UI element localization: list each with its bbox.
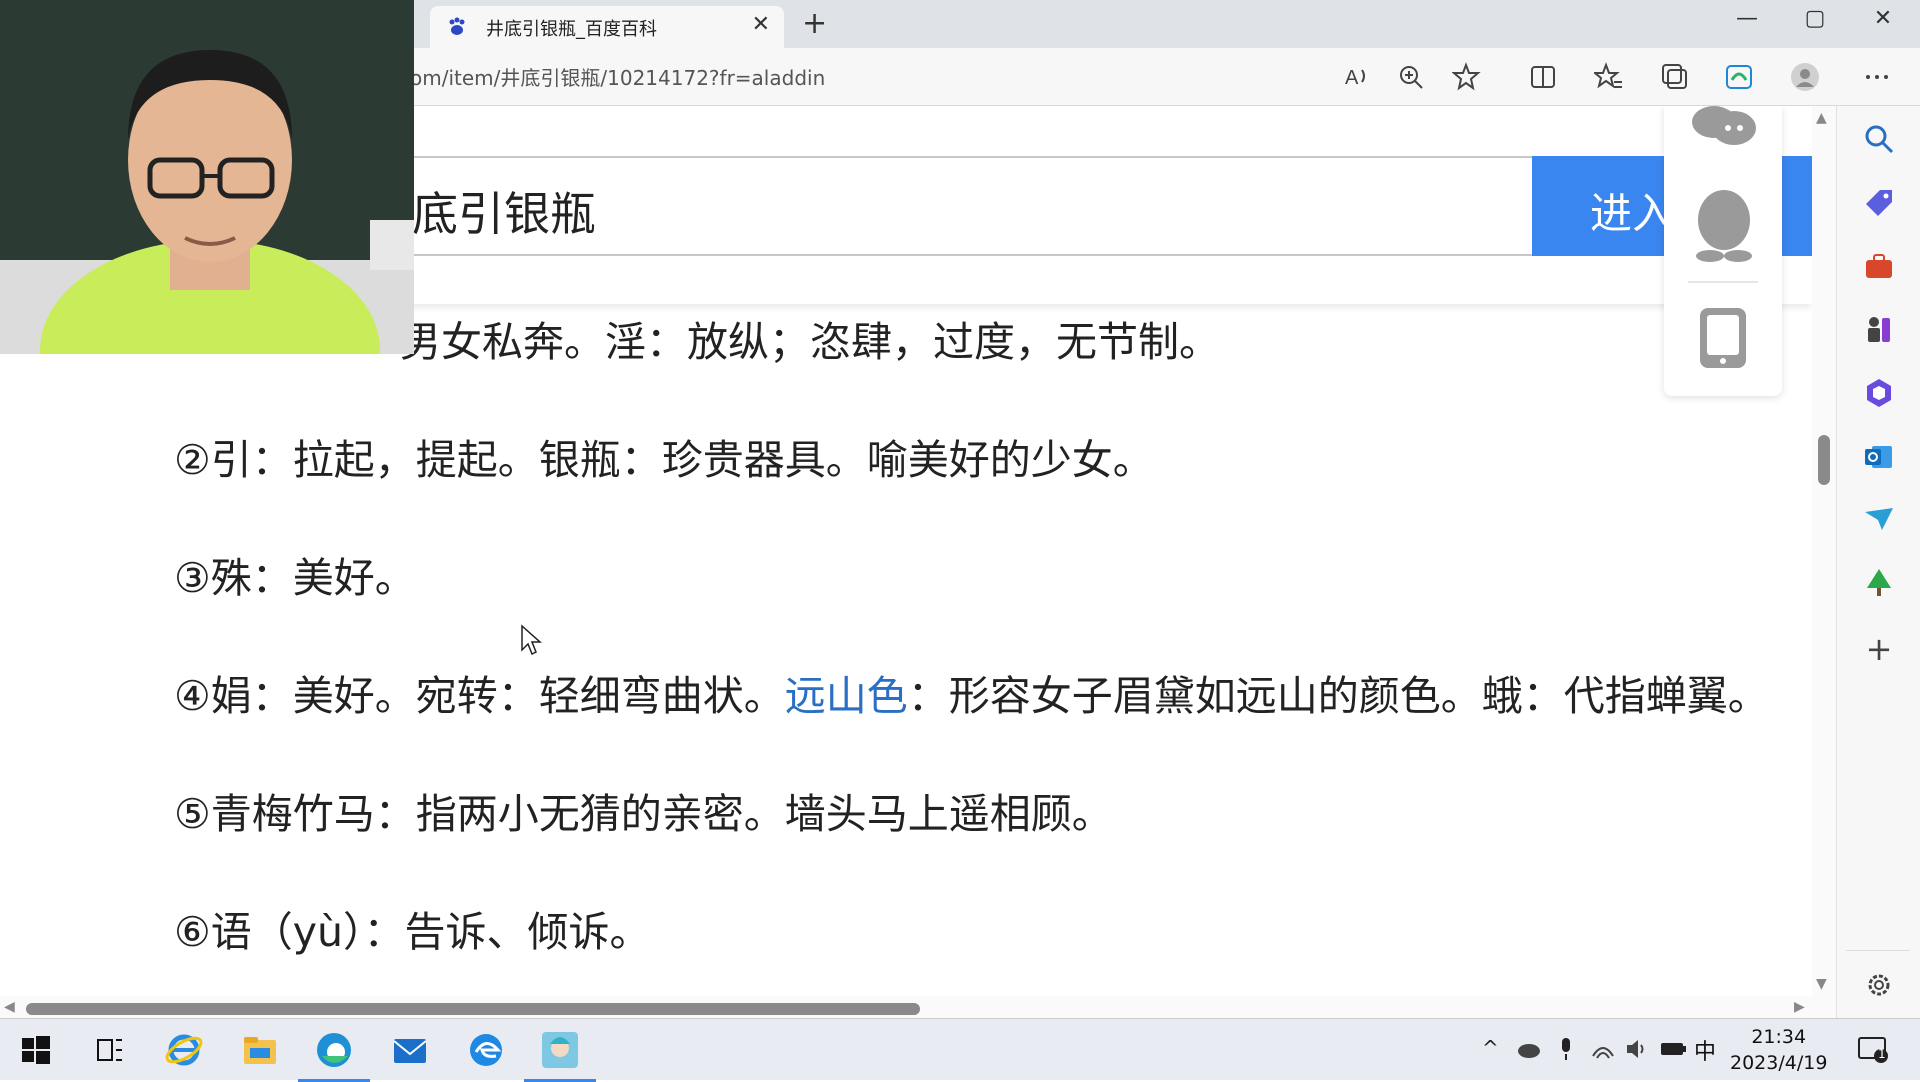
notification-center-icon[interactable]: 1 — [1856, 1032, 1890, 1066]
profile-icon[interactable] — [1790, 62, 1820, 92]
scroll-up-icon[interactable]: ▲ — [1816, 110, 1827, 126]
tree-icon[interactable] — [1862, 566, 1896, 600]
address-bar[interactable]: om/item/井底引银瓶/10214172?fr=aladdin — [410, 62, 825, 91]
send-icon[interactable] — [1862, 502, 1896, 536]
browser-tab[interactable]: 井底引银瓶_百度百科 ✕ — [430, 6, 784, 48]
window-close-button[interactable]: ✕ — [1858, 6, 1908, 31]
toolbox-icon[interactable] — [1862, 250, 1896, 284]
wifi-icon[interactable] — [1590, 1036, 1616, 1062]
edge-taskbar-icon[interactable] — [298, 1030, 370, 1082]
minimize-button[interactable]: — — [1722, 6, 1772, 31]
clock-date: 2023/4/19 — [1730, 1052, 1828, 1074]
system-clock[interactable]: 21:34 2023/4/19 — [1730, 1024, 1827, 1076]
search-query: 底引银瓶 — [412, 187, 596, 241]
legacy-edge-icon[interactable] — [466, 1030, 506, 1070]
search-icon[interactable] — [1862, 122, 1896, 156]
article-line: ⑥语（yù）：告诉、倾诉。 — [174, 908, 651, 956]
wechat-icon[interactable] — [1688, 106, 1758, 152]
vertical-scroll-thumb[interactable] — [1818, 435, 1830, 485]
article-line: ③殊：美好。 — [174, 554, 416, 602]
volume-icon[interactable] — [1624, 1036, 1650, 1062]
share-panel — [1664, 106, 1782, 396]
article-text: ④娟：美好。宛转：轻细弯曲状。 — [174, 672, 785, 720]
live-wallpaper-icon[interactable] — [524, 1030, 596, 1082]
divider — [1688, 281, 1758, 283]
vertical-scrollbar[interactable] — [1812, 106, 1836, 996]
battery-icon[interactable] — [1660, 1038, 1686, 1060]
add-favorite-icon[interactable] — [1451, 62, 1482, 92]
clock-time: 21:34 — [1751, 1026, 1807, 1048]
internet-explorer-icon[interactable] — [164, 1030, 204, 1070]
article-line: ④娟：美好。宛转：轻细弯曲状。远山色：形容女子眉黛如远山的颜色。蛾：代指蝉翼。 — [174, 662, 1769, 722]
task-view-icon[interactable] — [90, 1030, 130, 1070]
split-screen-icon[interactable] — [1528, 62, 1558, 92]
edge-sidebar — [1836, 106, 1920, 1018]
tag-icon[interactable] — [1862, 186, 1896, 220]
article-line: ②引：拉起，提起。银瓶：珍贵器具。喻美好的少女。 — [174, 436, 1154, 484]
collections-icon[interactable] — [1660, 62, 1690, 92]
new-tab-button[interactable]: + — [802, 6, 827, 41]
scroll-left-icon[interactable]: ◀ — [4, 999, 15, 1015]
show-hidden-icons-icon[interactable]: ^ — [1482, 1036, 1499, 1060]
mouse-cursor-icon — [520, 624, 542, 656]
input-method-indicator[interactable]: 中 — [1694, 1034, 1716, 1066]
outlook-icon[interactable] — [1862, 440, 1896, 474]
zoom-icon[interactable] — [1396, 62, 1426, 92]
qq-icon[interactable] — [1692, 186, 1756, 266]
mail-icon[interactable] — [390, 1030, 430, 1070]
article-line: 男女私奔。淫：放纵；恣肆，过度，无节制。 — [400, 318, 1220, 366]
sidebar-divider — [1846, 950, 1910, 951]
games-icon[interactable] — [1862, 312, 1896, 346]
browser-essentials-icon[interactable] — [1724, 62, 1754, 92]
tab-title: 井底引银瓶_百度百科 — [486, 19, 657, 40]
microphone-icon[interactable] — [1556, 1036, 1576, 1062]
onedrive-icon[interactable] — [1516, 1036, 1542, 1062]
scroll-down-icon[interactable]: ▼ — [1816, 976, 1827, 992]
scroll-right-icon[interactable]: ▶ — [1794, 999, 1805, 1015]
article-text: ：形容女子眉黛如远山的颜色。蛾：代指蝉翼。 — [907, 672, 1769, 720]
settings-icon[interactable] — [1862, 968, 1896, 1002]
read-aloud-icon[interactable]: A — [1342, 62, 1372, 92]
article-line: ⑤青梅竹马：指两小无猜的亲密。墙头马上遥相顾。 — [174, 790, 1113, 838]
baidu-paw-icon — [446, 16, 468, 38]
webcam-overlay — [0, 0, 414, 354]
more-icon[interactable] — [1862, 62, 1892, 92]
favorites-icon[interactable] — [1592, 62, 1624, 92]
horizontal-scroll-thumb[interactable] — [26, 1003, 920, 1015]
mobile-icon[interactable] — [1698, 306, 1748, 370]
restore-button[interactable]: ▢ — [1790, 6, 1840, 31]
office-icon[interactable] — [1862, 376, 1896, 410]
yuanshanse-link[interactable]: 远山色 — [785, 672, 908, 720]
file-explorer-icon[interactable] — [240, 1030, 280, 1070]
notification-count: 1 — [1878, 1047, 1886, 1061]
add-icon[interactable]: + — [1862, 630, 1896, 668]
tab-close-icon[interactable]: ✕ — [752, 12, 770, 37]
windows-start-icon[interactable] — [16, 1030, 56, 1070]
svg-text:A: A — [1345, 67, 1359, 89]
